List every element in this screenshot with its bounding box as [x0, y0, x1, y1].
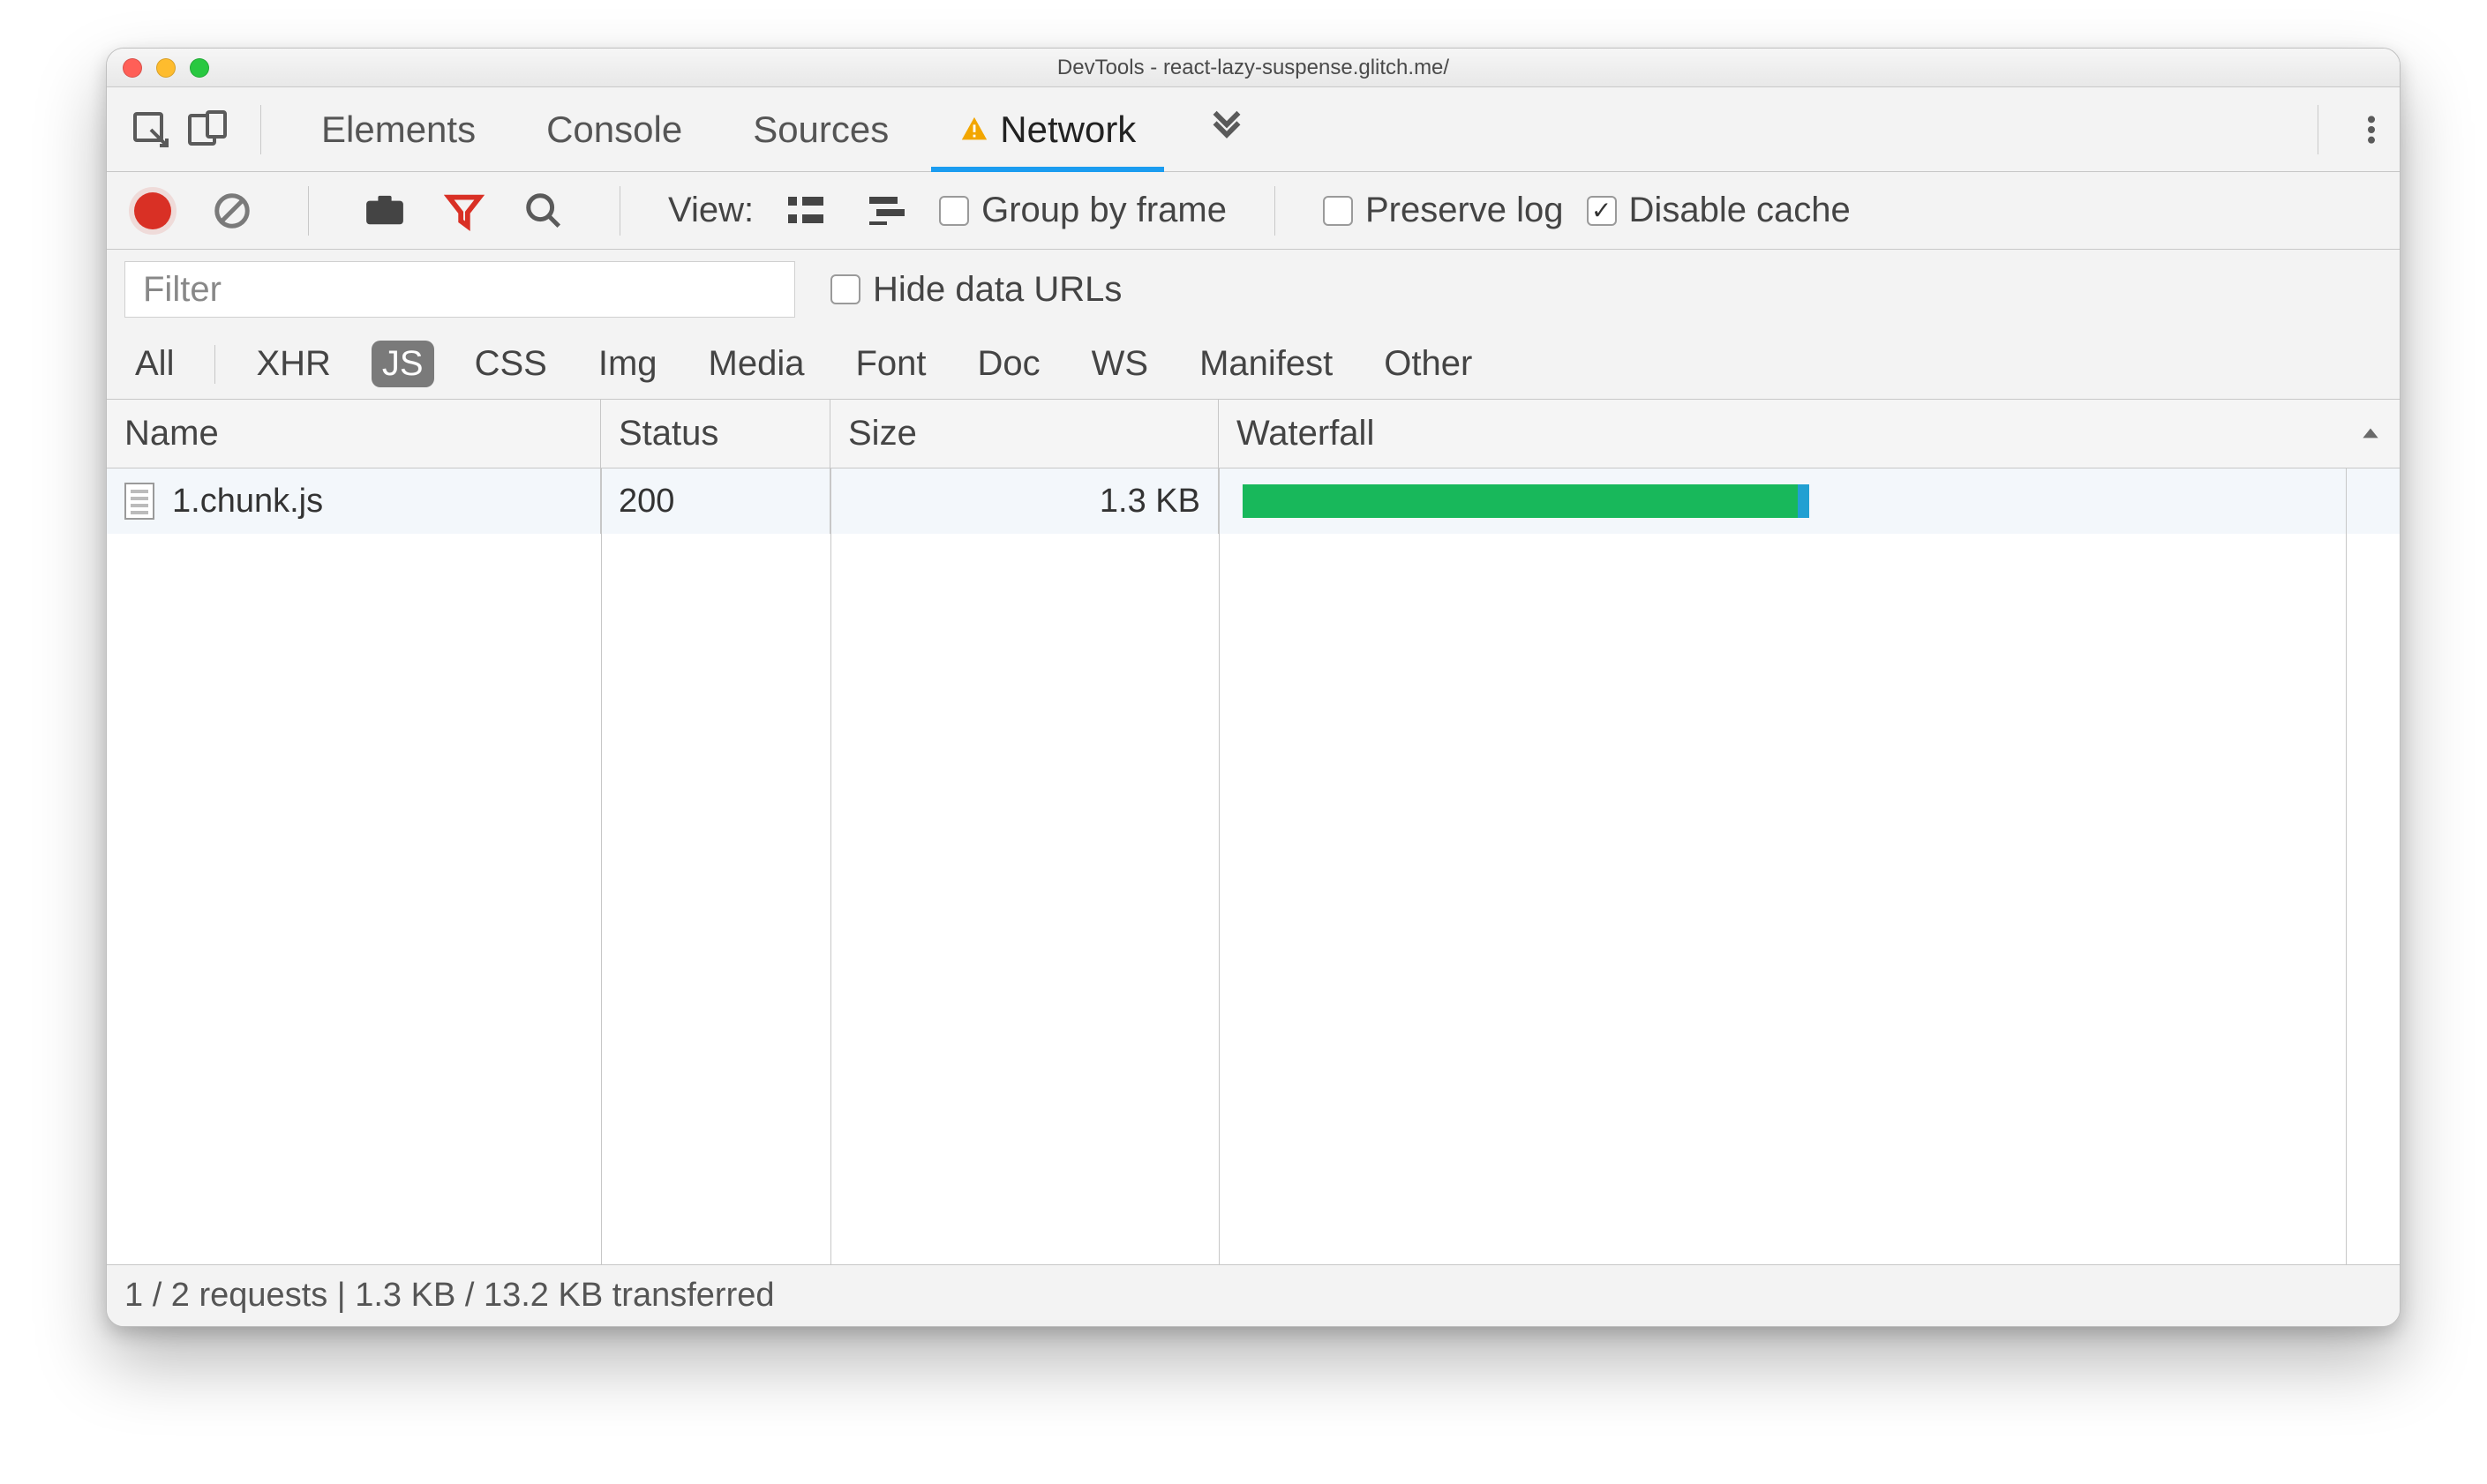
type-filter-ws[interactable]: WS: [1081, 341, 1159, 387]
device-toolbar-icon[interactable]: [179, 101, 236, 158]
column-label: Waterfall: [1236, 414, 1374, 453]
hide-data-urls-label: Hide data URLs: [873, 270, 1122, 310]
type-filter-font[interactable]: Font: [845, 341, 936, 387]
file-icon: [124, 483, 154, 520]
cell-name: 1.chunk.js: [107, 468, 601, 534]
network-toolbar: View: Group by frame Preserve log Disabl…: [107, 172, 2400, 250]
column-header-status[interactable]: Status: [601, 400, 830, 468]
sort-asc-icon: [2359, 423, 2382, 446]
type-filter-doc[interactable]: Doc: [967, 341, 1051, 387]
waterfall-bar: [1243, 484, 1798, 518]
type-filter-xhr[interactable]: XHR: [245, 341, 341, 387]
disable-cache-toggle[interactable]: Disable cache: [1587, 191, 1851, 230]
status-bar: 1 / 2 requests | 1.3 KB / 13.2 KB transf…: [107, 1264, 2400, 1326]
record-button[interactable]: [124, 183, 181, 239]
status-text: 1 / 2 requests | 1.3 KB / 13.2 KB transf…: [124, 1277, 775, 1315]
column-header-name[interactable]: Name: [107, 400, 601, 468]
column-label: Name: [124, 414, 219, 453]
separator: [1274, 186, 1275, 236]
filter-toggle-icon[interactable]: [436, 183, 492, 239]
type-filter-js[interactable]: JS: [372, 341, 434, 387]
kebab-menu-icon[interactable]: [2343, 101, 2400, 158]
column-header-size[interactable]: Size: [830, 400, 1219, 468]
type-filter-media[interactable]: Media: [698, 341, 815, 387]
status-value: 200: [619, 483, 674, 521]
size-value: 1.3 KB: [1100, 483, 1200, 521]
preserve-log-toggle[interactable]: Preserve log: [1323, 191, 1564, 230]
window-controls: [123, 58, 209, 78]
preserve-log-label: Preserve log: [1365, 191, 1564, 230]
table-body: 1.chunk.js 200 1.3 KB: [107, 468, 2400, 1264]
tab-elements[interactable]: Elements: [286, 87, 511, 171]
separator: [260, 105, 261, 154]
panel-tabs: Elements Console Sources Network: [286, 87, 1282, 171]
type-filter-img[interactable]: Img: [588, 341, 668, 387]
separator: [308, 186, 309, 236]
capture-screenshots-icon[interactable]: [357, 183, 413, 239]
cell-status: 200: [601, 468, 830, 534]
tab-label: Elements: [321, 109, 476, 151]
disable-cache-label: Disable cache: [1629, 191, 1851, 230]
column-label: Status: [619, 414, 718, 453]
devtools-window: DevTools - react-lazy-suspense.glitch.me…: [106, 48, 2401, 1327]
column-gridlines: [107, 468, 2400, 1264]
type-filter-manifest[interactable]: Manifest: [1189, 341, 1343, 387]
requests-table: Name Status Size Waterfall 1.chunk.js: [107, 400, 2400, 1264]
record-icon: [134, 192, 171, 229]
clear-button[interactable]: [204, 183, 260, 239]
table-header: Name Status Size Waterfall: [107, 400, 2400, 468]
waterfall-tail: [1798, 484, 1809, 518]
tab-sources[interactable]: Sources: [718, 87, 924, 171]
checkbox-icon: [939, 196, 969, 226]
close-window-button[interactable]: [123, 58, 142, 78]
checkbox-icon: [1323, 196, 1353, 226]
large-rows-icon[interactable]: [777, 183, 835, 239]
tab-label: Console: [546, 109, 682, 151]
tabs-overflow-button[interactable]: [1171, 87, 1282, 171]
tab-label: Network: [1000, 109, 1136, 151]
request-name: 1.chunk.js: [172, 483, 323, 521]
column-label: Size: [848, 414, 917, 453]
view-label: View:: [668, 191, 754, 230]
minimize-window-button[interactable]: [156, 58, 176, 78]
separator: [214, 345, 215, 384]
search-icon[interactable]: [515, 183, 572, 239]
cell-waterfall: [1219, 468, 2400, 534]
tab-label: Sources: [753, 109, 889, 151]
warning-icon: [959, 115, 989, 145]
type-filter-all[interactable]: All: [124, 341, 184, 387]
table-row[interactable]: 1.chunk.js 200 1.3 KB: [107, 468, 2400, 534]
filter-input[interactable]: [124, 261, 795, 318]
tab-console[interactable]: Console: [511, 87, 718, 171]
checkbox-icon: [1587, 196, 1617, 226]
overview-icon[interactable]: [858, 183, 916, 239]
type-filter-other[interactable]: Other: [1373, 341, 1483, 387]
group-by-frame-label: Group by frame: [981, 191, 1227, 230]
panel-tabstrip: Elements Console Sources Network: [107, 87, 2400, 172]
tab-network[interactable]: Network: [924, 87, 1171, 171]
zoom-window-button[interactable]: [190, 58, 209, 78]
type-filter-css[interactable]: CSS: [464, 341, 558, 387]
cell-size: 1.3 KB: [830, 468, 1219, 534]
group-by-frame-toggle[interactable]: Group by frame: [939, 191, 1227, 230]
window-title: DevTools - react-lazy-suspense.glitch.me…: [107, 56, 2400, 80]
type-filter-row: All XHR JS CSS Img Media Font Doc WS Man…: [107, 329, 2400, 400]
checkbox-icon: [830, 274, 860, 304]
hide-data-urls-toggle[interactable]: Hide data URLs: [830, 270, 1122, 310]
column-header-waterfall[interactable]: Waterfall: [1219, 400, 2400, 468]
filter-row: Hide data URLs: [107, 250, 2400, 329]
titlebar: DevTools - react-lazy-suspense.glitch.me…: [107, 49, 2400, 87]
inspect-element-icon[interactable]: [123, 101, 179, 158]
